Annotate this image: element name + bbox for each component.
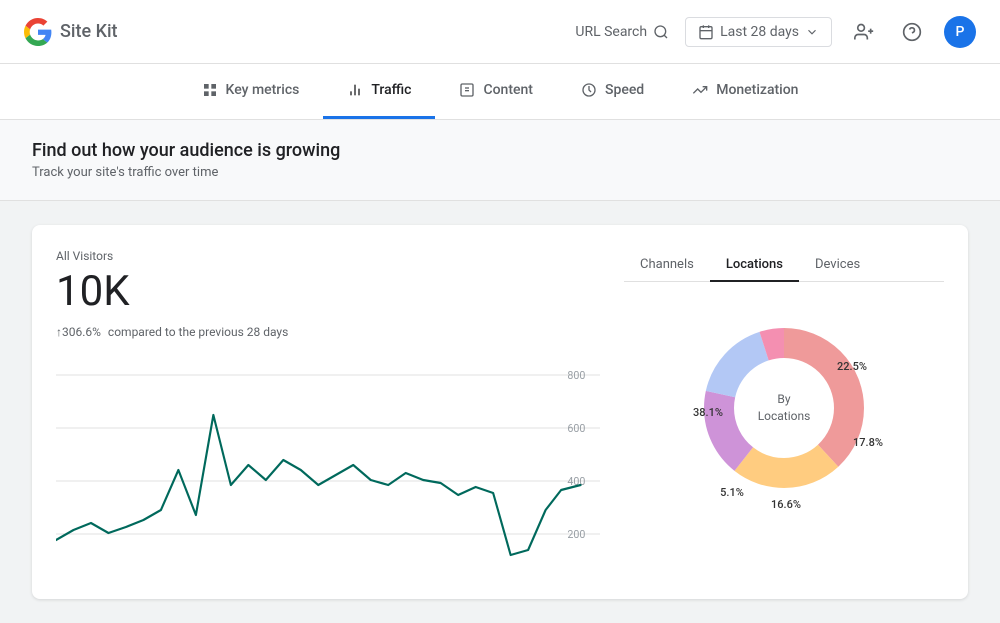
svg-text:600: 600 <box>567 422 585 435</box>
site-kit-label: Site Kit <box>60 21 118 42</box>
help-icon <box>902 22 922 42</box>
calendar-icon <box>698 24 714 40</box>
change-suffix: compared to the previous 28 days <box>108 325 288 339</box>
svg-text:800: 800 <box>567 369 585 382</box>
card-right: Channels Locations Devices <box>624 249 944 575</box>
date-range-picker[interactable]: Last 28 days <box>685 17 832 47</box>
nav-label-content: Content <box>483 82 533 98</box>
help-button[interactable] <box>896 16 928 48</box>
date-range-label: Last 28 days <box>720 24 799 40</box>
url-search-label: URL Search <box>575 24 647 40</box>
donut-svg: By Locations 38.1% 22.5% 17.8% 16.6% 5.1… <box>674 298 894 518</box>
tab-locations[interactable]: Locations <box>710 249 799 282</box>
nav-item-monetization[interactable]: Monetization <box>668 64 822 119</box>
nav-label-key-metrics: Key metrics <box>226 82 300 98</box>
nav-label-speed: Speed <box>605 82 644 98</box>
navigation: Key metrics Traffic Content Speed Moneti… <box>0 64 1000 120</box>
card-left: All Visitors 10K ↑306.6% compared to the… <box>56 249 600 575</box>
banner-subtitle: Track your site's traffic over time <box>32 165 968 180</box>
line-chart: 800 600 400 200 <box>56 355 600 575</box>
header-actions: URL Search Last 28 days P <box>575 16 976 48</box>
donut-chart-container: By Locations 38.1% 22.5% 17.8% 16.6% 5.1… <box>624 298 944 518</box>
url-search-button[interactable]: URL Search <box>575 24 669 40</box>
banner: Find out how your audience is growing Tr… <box>0 120 1000 201</box>
nav-label-monetization: Monetization <box>716 82 798 98</box>
monetization-icon <box>692 82 708 98</box>
grid-icon <box>202 82 218 98</box>
svg-text:5.1%: 5.1% <box>720 486 744 499</box>
speed-icon <box>581 82 597 98</box>
svg-text:17.8%: 17.8% <box>853 436 883 449</box>
nav-item-traffic[interactable]: Traffic <box>323 64 435 119</box>
avatar[interactable]: P <box>944 16 976 48</box>
svg-text:200: 200 <box>567 528 585 541</box>
google-g-icon <box>24 18 52 46</box>
chart-svg: 800 600 400 200 <box>56 355 600 575</box>
nav-label-traffic: Traffic <box>371 82 411 98</box>
metric-change: ↑306.6% compared to the previous 28 days <box>56 325 600 339</box>
avatar-letter: P <box>956 24 965 40</box>
tab-channels[interactable]: Channels <box>624 249 710 282</box>
svg-text:16.6%: 16.6% <box>771 498 801 511</box>
svg-text:Locations: Locations <box>758 409 811 423</box>
metric-label: All Visitors <box>56 249 600 263</box>
add-user-button[interactable] <box>848 16 880 48</box>
svg-text:38.1%: 38.1% <box>693 406 723 419</box>
nav-item-speed[interactable]: Speed <box>557 64 668 119</box>
header: Site Kit URL Search Last 28 days P <box>0 0 1000 64</box>
search-icon <box>653 24 669 40</box>
add-user-icon <box>854 22 874 42</box>
bar-chart-icon <box>347 82 363 98</box>
logo: Site Kit <box>24 18 118 46</box>
traffic-card: All Visitors 10K ↑306.6% compared to the… <box>32 225 968 599</box>
banner-title: Find out how your audience is growing <box>32 140 968 161</box>
content-icon <box>459 82 475 98</box>
nav-item-content[interactable]: Content <box>435 64 557 119</box>
donut-tabs: Channels Locations Devices <box>624 249 944 282</box>
nav-item-key-metrics[interactable]: Key metrics <box>178 64 324 119</box>
change-prefix: ↑306.6% <box>56 325 101 339</box>
tab-devices[interactable]: Devices <box>799 249 876 282</box>
chevron-down-icon <box>805 25 819 39</box>
svg-text:22.5%: 22.5% <box>837 360 867 373</box>
main-content: All Visitors 10K ↑306.6% compared to the… <box>0 201 1000 623</box>
svg-text:By: By <box>777 392 790 406</box>
metric-value: 10K <box>56 271 600 313</box>
